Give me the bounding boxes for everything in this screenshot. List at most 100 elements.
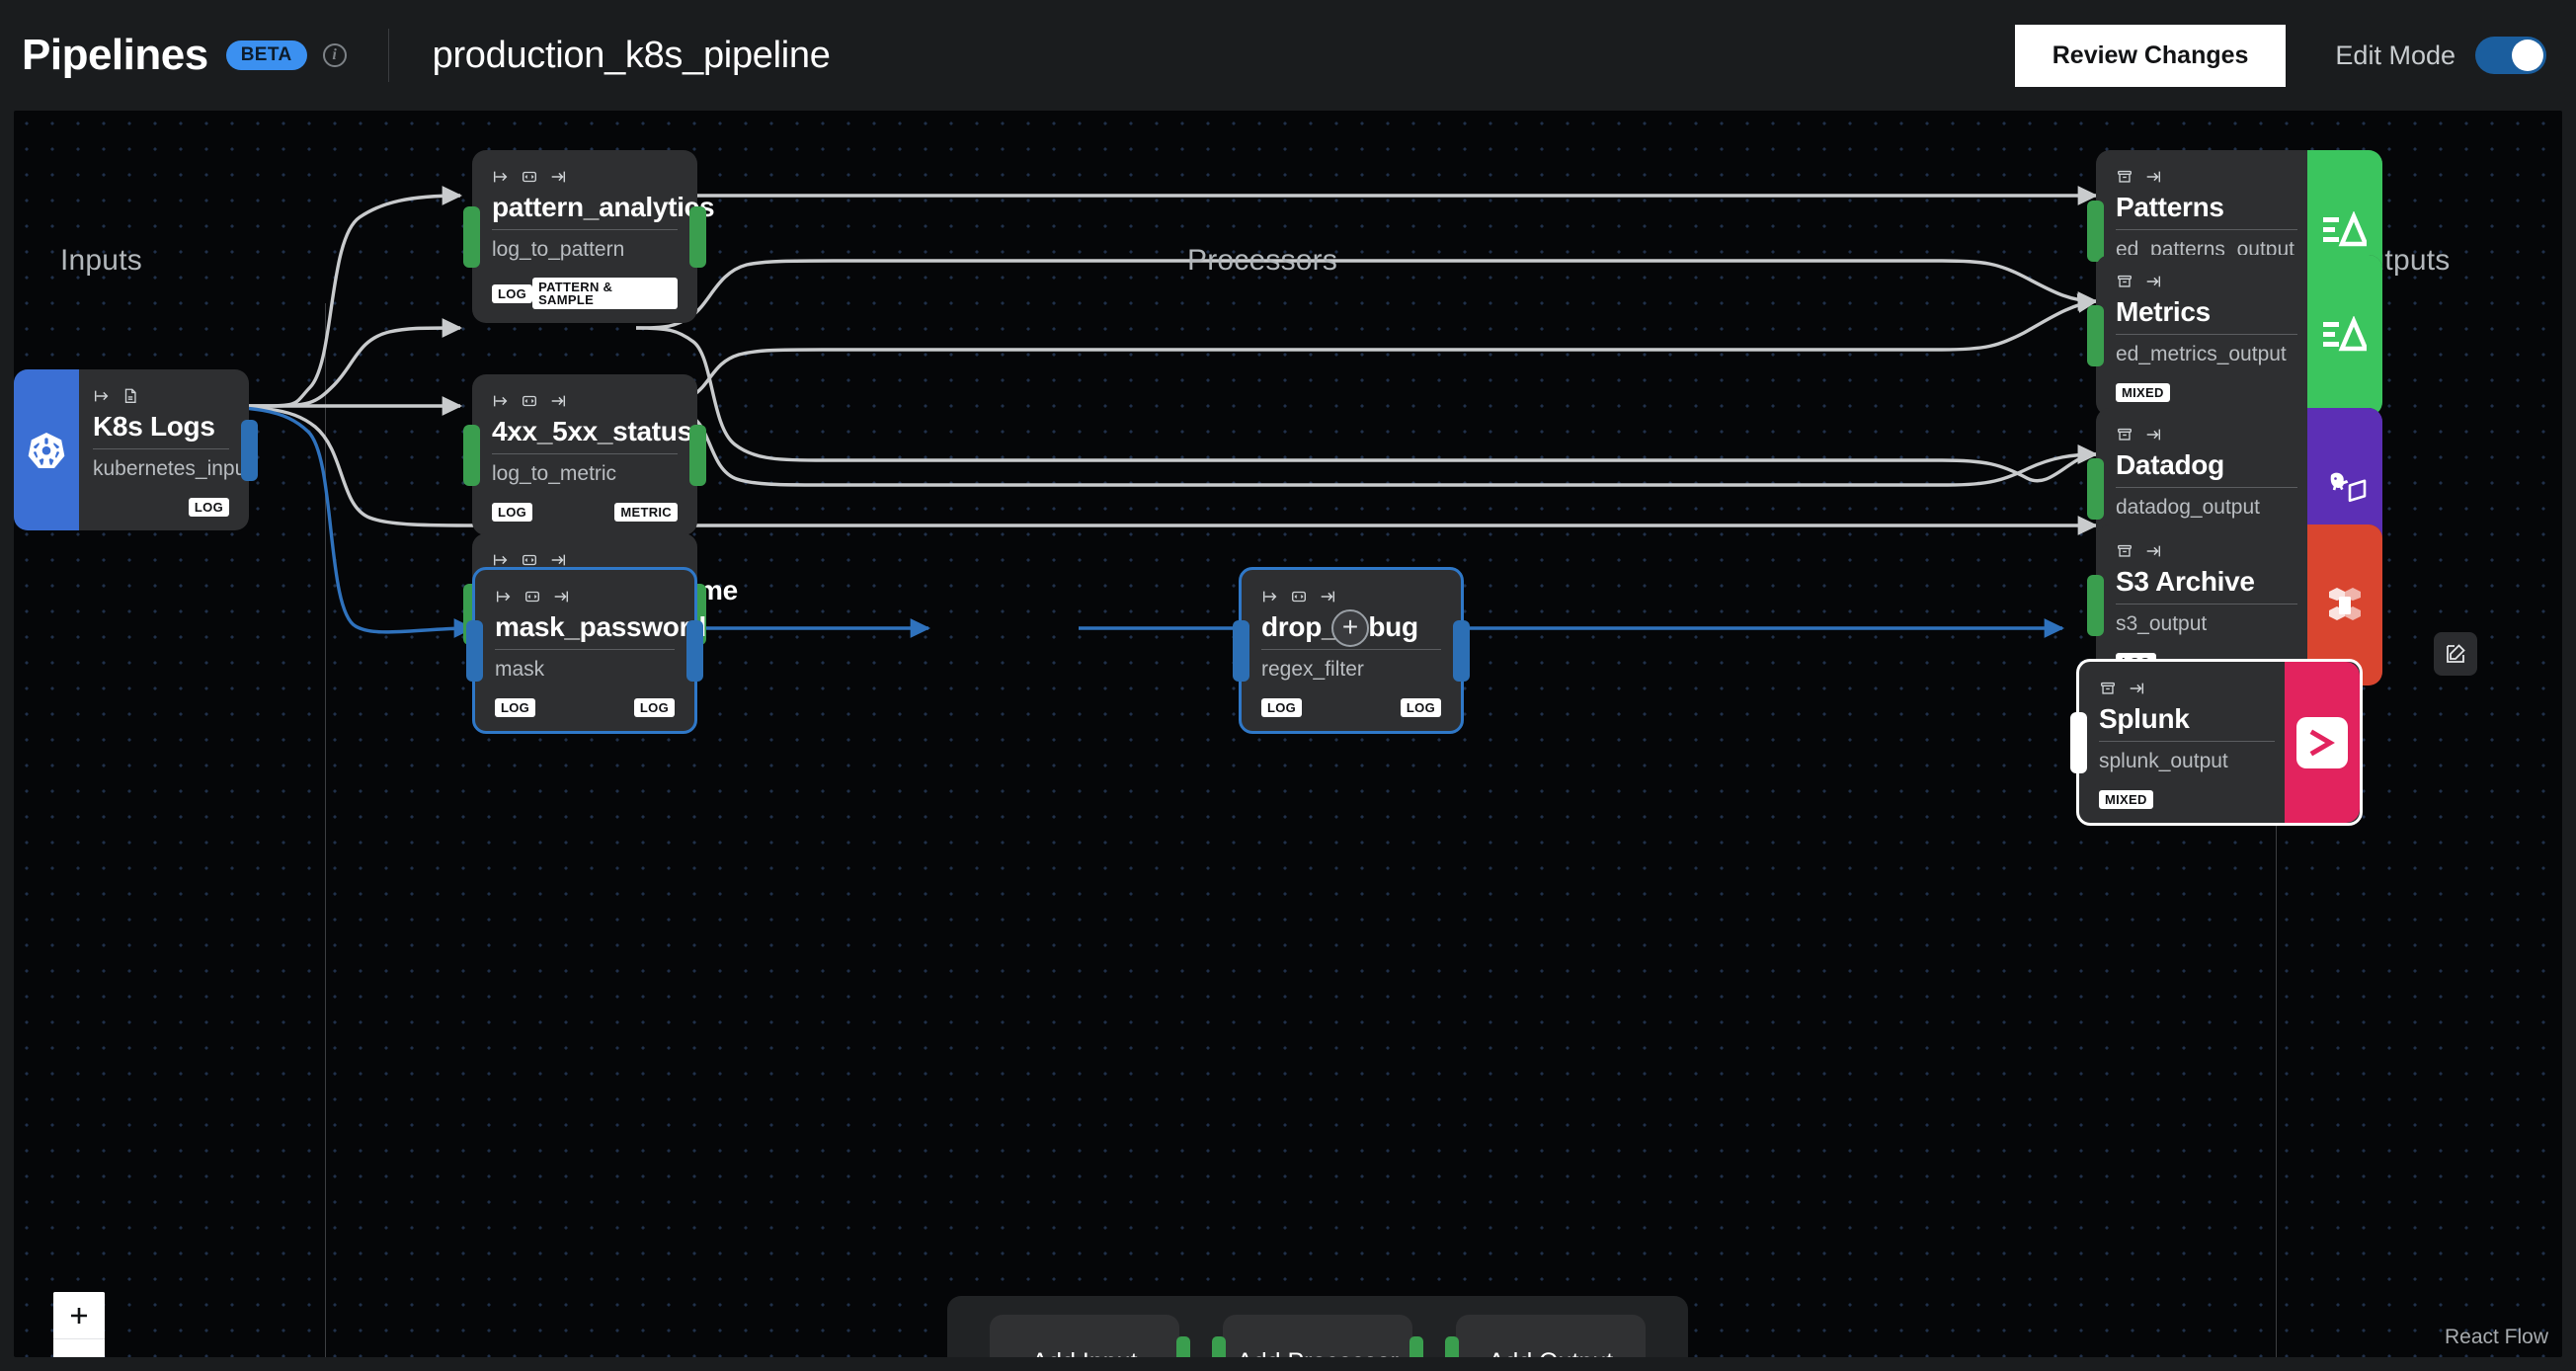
node-tags: MIXED <box>2099 789 2275 809</box>
node-subtitle: kubernetes_input <box>93 456 229 481</box>
info-icon[interactable]: i <box>323 43 347 67</box>
output-arrow-icon <box>2144 273 2162 290</box>
add-node-on-edge-button[interactable]: + <box>1331 609 1369 647</box>
node-handle-left[interactable] <box>466 620 483 682</box>
node-tag-output: LOG <box>189 498 229 517</box>
review-changes-button[interactable]: Review Changes <box>2015 25 2287 87</box>
code-box-icon <box>521 168 538 186</box>
flow-canvas[interactable]: Inputs Processors Outputs <box>14 111 2562 1357</box>
node-handle-left[interactable] <box>463 206 480 268</box>
node-handle-left[interactable] <box>2087 458 2104 520</box>
node-tags: X LOG <box>93 497 229 517</box>
node-body: drop_debug regex_filter LOG LOG <box>1242 570 1461 731</box>
node-tag-output: METRIC <box>614 503 678 522</box>
node-title: Patterns <box>2116 190 2297 224</box>
node-tag-input: LOG <box>492 284 532 303</box>
node-title: S3 Archive <box>2116 564 2297 599</box>
zoom-in-button[interactable] <box>53 1292 105 1339</box>
add-input-label: Add Input <box>1031 1348 1137 1357</box>
node-handle-left[interactable] <box>2087 201 2104 262</box>
output-arrow-icon <box>549 168 567 186</box>
node-title: Splunk <box>2099 701 2275 736</box>
app-header: Pipelines BETA i production_k8s_pipeline… <box>0 0 2576 111</box>
add-processor-button[interactable]: Add Processor <box>1223 1315 1412 1357</box>
node-handle-right[interactable] <box>689 206 706 268</box>
archive-box-icon <box>2116 426 2133 444</box>
brand-title: Pipelines <box>22 31 208 80</box>
node-body: Splunk splunk_output MIXED <box>2079 662 2285 823</box>
zoom-out-button[interactable] <box>53 1339 105 1357</box>
edit-mode-label: Edit Mode <box>2335 40 2455 71</box>
archive-box-icon <box>2116 542 2133 560</box>
node-body: Metrics ed_metrics_output MIXED <box>2096 255 2307 416</box>
processor-node-mask-password[interactable]: mask_password mask LOG LOG <box>472 567 697 734</box>
edit-mode-toggle[interactable] <box>2475 37 2546 74</box>
datadog-dog-glyph <box>2322 468 2368 510</box>
add-processor-handle-stub-right <box>1409 1336 1423 1358</box>
edit-pencil-icon <box>2444 642 2467 666</box>
node-handle-left[interactable] <box>2087 305 2104 366</box>
file-icon <box>121 387 139 405</box>
beta-badge: BETA <box>226 40 307 70</box>
add-output-label: Add Output <box>1489 1348 1613 1357</box>
node-icon-row <box>2099 680 2275 697</box>
processor-node-drop-debug[interactable]: drop_debug regex_filter LOG LOG <box>1239 567 1464 734</box>
node-rule <box>495 649 675 650</box>
output-node-splunk[interactable]: Splunk splunk_output MIXED <box>2076 659 2363 826</box>
edit-mode-control: Edit Mode <box>2335 37 2546 74</box>
edit-node-button[interactable] <box>2434 632 2477 676</box>
processor-node-4xx-5xx-status[interactable]: 4xx_5xx_status log_to_metric LOG METRIC <box>472 374 697 535</box>
code-box-icon <box>521 392 538 410</box>
node-handle-left[interactable] <box>463 425 480 486</box>
node-rule <box>2099 741 2275 742</box>
archive-box-icon <box>2116 168 2133 186</box>
node-handle-right[interactable] <box>1453 620 1470 682</box>
output-node-metrics[interactable]: Metrics ed_metrics_output MIXED <box>2096 255 2382 416</box>
node-rule <box>1261 649 1441 650</box>
node-subtitle: splunk_output <box>2099 749 2275 773</box>
node-tags: LOG METRIC <box>492 502 678 522</box>
edge-delta-icon <box>2307 255 2382 416</box>
node-tags: LOG PATTERN & SAMPLE <box>492 278 678 309</box>
input-arrow-icon <box>1261 588 1279 605</box>
archive-box-icon <box>2099 680 2117 697</box>
splunk-chevron-tile <box>2296 717 2348 768</box>
node-handle-right[interactable] <box>689 425 706 486</box>
node-body: pattern_analytics log_to_pattern LOG PAT… <box>472 150 697 323</box>
output-arrow-icon <box>2144 168 2162 186</box>
input-arrow-icon <box>492 392 510 410</box>
output-arrow-icon <box>549 392 567 410</box>
input-node-k8s-logs[interactable]: K8s Logs kubernetes_input X LOG <box>14 369 249 530</box>
add-output-button[interactable]: Add Output <box>1456 1315 1646 1357</box>
input-arrow-icon <box>492 168 510 186</box>
node-handle-right[interactable] <box>241 420 258 481</box>
node-subtitle: mask <box>495 657 675 682</box>
output-arrow-icon <box>2144 426 2162 444</box>
add-input-handle-stub <box>1176 1336 1190 1358</box>
add-input-button[interactable]: Add Input <box>990 1315 1179 1357</box>
code-box-icon <box>1290 588 1308 605</box>
zoom-out-icon <box>68 1352 90 1358</box>
splunk-chevron-glyph <box>2305 726 2339 760</box>
node-icon-row <box>492 392 678 410</box>
node-title: Metrics <box>2116 294 2297 329</box>
add-processor-label: Add Processor <box>1237 1348 1399 1357</box>
processor-node-pattern-analytics[interactable]: pattern_analytics log_to_pattern LOG PAT… <box>472 150 697 323</box>
node-icon-row <box>2116 542 2297 560</box>
node-subtitle: datadog_output <box>2116 495 2297 520</box>
add-node-toolbar: Add Input Add Processor Add Output <box>947 1296 1688 1357</box>
node-handle-left[interactable] <box>1233 620 1249 682</box>
archive-box-icon <box>2116 273 2133 290</box>
input-arrow-icon <box>93 387 111 405</box>
node-body: mask_password mask LOG LOG <box>475 570 694 731</box>
output-arrow-icon <box>2144 542 2162 560</box>
node-tag-input: LOG <box>495 698 535 717</box>
toggle-knob <box>2512 40 2543 71</box>
node-handle-left[interactable] <box>2070 712 2087 773</box>
add-output-handle-stub <box>1445 1336 1459 1358</box>
node-body: 4xx_5xx_status log_to_metric LOG METRIC <box>472 374 697 535</box>
node-tags: LOG LOG <box>1261 697 1441 717</box>
node-handle-right[interactable] <box>686 620 703 682</box>
kubernetes-wheel-glyph <box>27 431 66 470</box>
node-handle-left[interactable] <box>2087 575 2104 636</box>
